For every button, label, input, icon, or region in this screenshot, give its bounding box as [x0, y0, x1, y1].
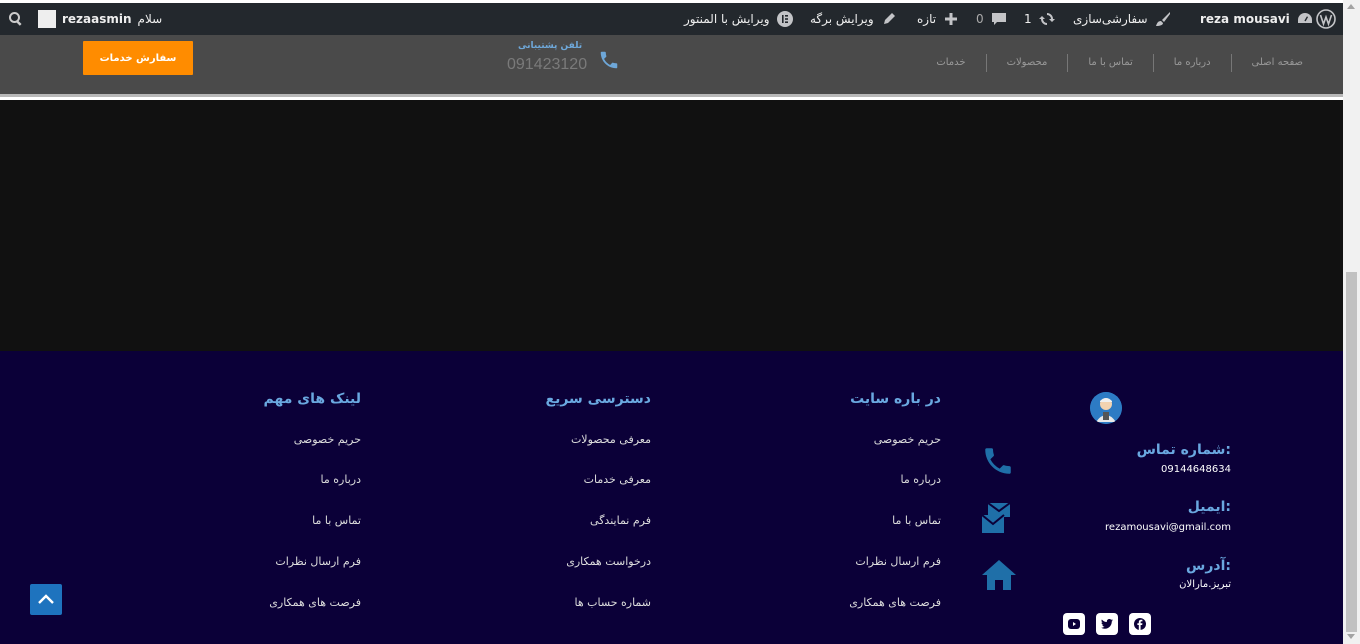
home-icon	[982, 560, 1016, 594]
about-link-privacy[interactable]: حریم خصوصی	[874, 433, 941, 446]
contact-email-value[interactable]: rezamousavi@gmail.com	[1105, 522, 1231, 533]
greeting: سلام	[137, 12, 163, 26]
new-content-link[interactable]: تازه	[917, 3, 960, 35]
nav-item-contact[interactable]: تماس با ما	[1067, 54, 1152, 72]
important-link-careers[interactable]: فرصت های همکاری	[269, 596, 361, 609]
about-link-about[interactable]: درباره ما	[901, 473, 941, 486]
support-phone-number: 091423120	[507, 56, 588, 73]
nav-item-home[interactable]: صفحه اصلی	[1230, 54, 1323, 72]
important-link-feedback[interactable]: فرم ارسال نظرات	[275, 555, 361, 568]
quick-access-column-title: دسترسی سریع	[545, 391, 651, 407]
youtube-icon[interactable]	[1063, 613, 1085, 635]
about-link-careers[interactable]: فرصت های همکاری	[849, 596, 941, 609]
edit-elementor-label: ویرایش با المنتور	[684, 12, 770, 26]
quick-link-accounts[interactable]: شماره حساب ها	[575, 596, 651, 609]
about-column-title: در باره سایت	[850, 391, 941, 407]
page-scrollbar[interactable]	[1343, 0, 1360, 644]
customize-link[interactable]: سفارشی‌سازی	[1073, 3, 1172, 35]
facebook-icon[interactable]	[1129, 613, 1151, 635]
about-link-contact[interactable]: تماس با ما	[892, 514, 941, 527]
edit-page-label: ویرایش برگه	[810, 12, 874, 26]
quick-link-agency-form[interactable]: فرم نمایندگی	[590, 514, 651, 527]
new-label: تازه	[917, 12, 937, 26]
support-phone-label: تلفن پشتیبانی	[518, 41, 583, 51]
avatar	[38, 10, 56, 28]
scroll-down-arrow-icon[interactable]	[1347, 634, 1355, 639]
updates-link[interactable]: 1	[1024, 3, 1056, 35]
contact-email-label: ایمیل:	[1187, 499, 1231, 515]
nav-item-about[interactable]: درباره ما	[1152, 54, 1231, 72]
site-name: reza mousavi	[1200, 12, 1290, 26]
brush-icon	[1154, 10, 1172, 28]
quick-link-services[interactable]: معرفی خدمات	[584, 473, 651, 486]
scroll-thumb[interactable]	[1346, 272, 1357, 632]
back-to-top-button[interactable]	[30, 584, 62, 615]
phone-icon	[981, 444, 1015, 482]
site-footer: در باره سایت حریم خصوصی درباره ما تماس ب…	[0, 351, 1343, 644]
nav-item-products[interactable]: محصولات	[985, 54, 1068, 72]
updates-count: 1	[1024, 12, 1032, 26]
pencil-icon	[880, 10, 898, 28]
important-link-privacy[interactable]: حریم خصوصی	[294, 433, 361, 446]
site-name-link[interactable]: reza mousavi	[1200, 3, 1314, 35]
main-nav: صفحه اصلی درباره ما تماس با ما محصولات خ…	[916, 35, 1323, 91]
mail-icon	[980, 502, 1016, 537]
contact-address-value: تبریز.مارالان	[1179, 579, 1231, 590]
site-header: سفارش خدمات تلفن پشتیبانی 091423120 صفحه…	[0, 35, 1343, 97]
contact-address-label: آدرس:	[1186, 558, 1231, 574]
dashboard-icon	[1296, 10, 1314, 28]
about-link-feedback[interactable]: فرم ارسال نظرات	[855, 555, 941, 568]
edit-elementor-link[interactable]: ویرایش با المنتور	[684, 3, 794, 35]
admin-bar: rezaasmin سلام ویرایش با المنتور ویرایش …	[0, 3, 1343, 35]
nav-item-services[interactable]: خدمات	[916, 54, 985, 72]
refresh-icon	[1038, 10, 1056, 28]
quick-link-products[interactable]: معرفی محصولات	[571, 433, 651, 446]
my-account[interactable]: rezaasmin سلام	[38, 3, 162, 35]
username: rezaasmin	[62, 12, 132, 26]
chevron-up-icon	[38, 592, 54, 607]
edit-page-link[interactable]: ویرایش برگه	[810, 3, 898, 35]
main-content-area	[0, 100, 1343, 351]
search-icon[interactable]	[8, 3, 24, 35]
site-logo	[1090, 392, 1122, 424]
plus-icon	[942, 10, 960, 28]
order-services-button[interactable]: سفارش خدمات	[83, 41, 193, 75]
twitter-icon[interactable]	[1096, 613, 1118, 635]
contact-phone-value: 09144648634	[1161, 464, 1231, 475]
contact-phone-label: شماره تماس:	[1136, 442, 1231, 458]
scroll-up-arrow-icon[interactable]	[1347, 4, 1355, 9]
comments-link[interactable]: 0	[976, 3, 1008, 35]
important-link-about[interactable]: درباره ما	[321, 473, 361, 486]
elementor-icon	[776, 10, 794, 28]
comment-icon	[990, 10, 1008, 28]
quick-link-cooperation[interactable]: درخواست همکاری	[566, 555, 651, 568]
important-links-column-title: لینک های مهم	[263, 391, 361, 407]
comments-count: 0	[976, 12, 984, 26]
phone-icon	[598, 49, 620, 75]
wordpress-logo-icon[interactable]	[1316, 3, 1336, 35]
important-link-contact[interactable]: تماس با ما	[312, 514, 361, 527]
customize-label: سفارشی‌سازی	[1073, 12, 1148, 26]
